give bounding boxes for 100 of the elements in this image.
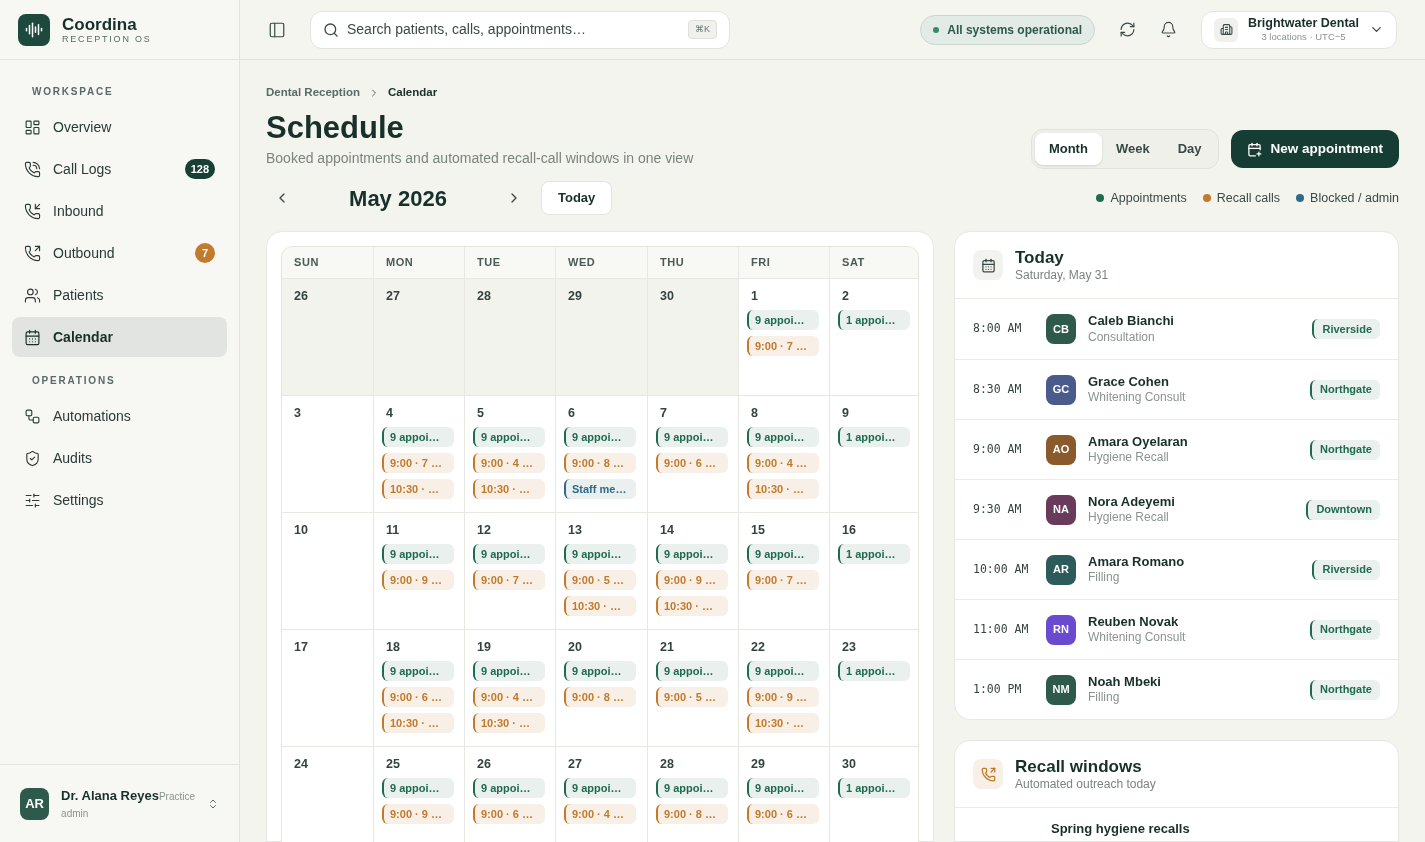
- event-chip[interactable]: 9 appoi…: [473, 543, 545, 564]
- event-chip[interactable]: 9 appoi…: [747, 660, 819, 681]
- event-chip[interactable]: 9 appoi…: [747, 426, 819, 447]
- event-chip[interactable]: 9:00 · 9 …: [382, 569, 454, 590]
- event-chip[interactable]: 9 appoi…: [473, 777, 545, 798]
- notification-bell-icon[interactable]: [1160, 21, 1177, 38]
- appointment-row[interactable]: 8:30 AM GC Grace Cohen Whitening Consult Northgate: [955, 359, 1398, 419]
- view-tab[interactable]: Day: [1163, 133, 1216, 165]
- event-chip[interactable]: Staff me…: [564, 478, 636, 499]
- event-chip[interactable]: 9:00 · 6 …: [747, 803, 819, 824]
- event-chip[interactable]: 1 appoi…: [838, 426, 910, 447]
- nav-item[interactable]: Call Logs 128: [12, 149, 227, 189]
- event-chip[interactable]: 9 appoi…: [382, 543, 454, 564]
- event-chip[interactable]: 10:30 · …: [747, 712, 819, 733]
- sidebar-toggle-icon[interactable]: [268, 20, 286, 39]
- appointment-row[interactable]: 1:00 PM NM Noah Mbeki Filling Northgate: [955, 659, 1398, 719]
- event-chip[interactable]: 9:00 · 9 …: [382, 803, 454, 824]
- appointment-row[interactable]: 10:00 AM AR Amara Romano Filling Riverside: [955, 539, 1398, 599]
- event-chip[interactable]: 9 appoi…: [747, 543, 819, 564]
- event-chip[interactable]: 9:00 · 9 …: [656, 569, 728, 590]
- appointment-row[interactable]: 9:00 AM AO Amara Oyelaran Hygiene Recall Northgate: [955, 419, 1398, 479]
- event-chip[interactable]: 9:00 · 6 …: [473, 803, 545, 824]
- event-chip[interactable]: 9:00 · 7 …: [473, 569, 545, 590]
- day-cell[interactable]: 30 1 appoi…: [829, 747, 918, 842]
- event-chip[interactable]: 9:00 · 8 …: [564, 452, 636, 473]
- search-bar[interactable]: Search patients, calls, appointments… ⌘K: [310, 10, 730, 49]
- nav-item[interactable]: Audits: [12, 438, 227, 478]
- calendar-plus-icon: [1247, 141, 1263, 157]
- day-cell[interactable]: 26 9 appoi… 9:00 · 6 …: [464, 747, 555, 842]
- nav-item[interactable]: Calendar: [12, 317, 227, 357]
- nav-item[interactable]: Patients: [12, 275, 227, 315]
- event-chip[interactable]: 10:30 · …: [382, 478, 454, 499]
- event-chip[interactable]: 10:30 · …: [473, 478, 545, 499]
- event-chip[interactable]: 9 appoi…: [382, 660, 454, 681]
- event-chip[interactable]: 9 appoi…: [656, 543, 728, 564]
- event-chip[interactable]: 10:30 · …: [564, 595, 636, 616]
- event-chip[interactable]: 9 appoi…: [564, 777, 636, 798]
- new-appointment-button[interactable]: New appointment: [1231, 130, 1399, 168]
- event-chip[interactable]: 10:30 · …: [473, 712, 545, 733]
- event-chip[interactable]: 9 appoi…: [656, 426, 728, 447]
- event-chip[interactable]: 9 appoi…: [564, 426, 636, 447]
- nav-item[interactable]: Automations: [12, 396, 227, 436]
- appointment-row[interactable]: 9:30 AM NA Nora Adeyemi Hygiene Recall Downtown: [955, 479, 1398, 539]
- event-chip[interactable]: 9:00 · 5 …: [656, 686, 728, 707]
- organization-switcher[interactable]: Brightwater Dental 3 locations · UTC−5: [1201, 10, 1397, 49]
- event-chip[interactable]: 9 appoi…: [656, 660, 728, 681]
- day-cell[interactable]: 26: [282, 279, 373, 395]
- event-chip[interactable]: 9 appoi…: [656, 777, 728, 798]
- event-chip[interactable]: 9 appoi…: [382, 777, 454, 798]
- event-chip[interactable]: 9 appoi…: [382, 426, 454, 447]
- event-chip[interactable]: 9 appoi…: [473, 660, 545, 681]
- event-chip[interactable]: 9:00 · 6 …: [382, 686, 454, 707]
- event-chip[interactable]: 9:00 · 8 …: [656, 803, 728, 824]
- event-chip[interactable]: 9:00 · 4 …: [473, 686, 545, 707]
- day-cell[interactable]: 28: [464, 279, 555, 395]
- event-chip[interactable]: 9 appoi…: [564, 543, 636, 564]
- event-chip[interactable]: 9:00 · 4 …: [473, 452, 545, 473]
- nav-item[interactable]: Overview: [12, 107, 227, 147]
- event-chip[interactable]: 9:00 · 4 …: [564, 803, 636, 824]
- refresh-icon[interactable]: [1119, 21, 1136, 38]
- event-chip[interactable]: 9:00 · 7 …: [382, 452, 454, 473]
- day-cell[interactable]: 25 9 appoi… 9:00 · 9 …: [373, 747, 464, 842]
- event-chip[interactable]: 9 appoi…: [747, 309, 819, 330]
- day-cell[interactable]: 27: [373, 279, 464, 395]
- event-chip[interactable]: 1 appoi…: [838, 660, 910, 681]
- event-chip[interactable]: 9:00 · 6 …: [656, 452, 728, 473]
- event-chip[interactable]: 1 appoi…: [838, 543, 910, 564]
- event-chip[interactable]: 9:00 · 7 …: [747, 335, 819, 356]
- event-chip[interactable]: 9:00 · 7 …: [747, 569, 819, 590]
- day-cell[interactable]: 29: [555, 279, 647, 395]
- day-cell[interactable]: 30: [647, 279, 738, 395]
- nav-item[interactable]: Inbound: [12, 191, 227, 231]
- appointment-row[interactable]: 11:00 AM RN Reuben Novak Whitening Consult Northgate: [955, 599, 1398, 659]
- day-cell[interactable]: 28 9 appoi… 9:00 · 8 …: [647, 747, 738, 842]
- event-chip[interactable]: 9:00 · 9 …: [747, 686, 819, 707]
- expand-icon[interactable]: [207, 797, 219, 810]
- breadcrumb-link[interactable]: Dental Reception: [266, 84, 360, 102]
- day-cell[interactable]: 27 9 appoi… 9:00 · 4 …: [555, 747, 647, 842]
- appointment-row[interactable]: 8:00 AM CB Caleb Bianchi Consultation Riverside: [955, 299, 1398, 359]
- event-chip[interactable]: 1 appoi…: [838, 777, 910, 798]
- event-chip[interactable]: 9 appoi…: [473, 426, 545, 447]
- view-tab[interactable]: Week: [1101, 133, 1164, 165]
- day-cell[interactable]: 29 9 appoi… 9:00 · 6 …: [738, 747, 829, 842]
- event-chip[interactable]: 10:30 · …: [656, 595, 728, 616]
- event-chip[interactable]: 10:30 · …: [382, 712, 454, 733]
- nav-item[interactable]: Settings: [12, 480, 227, 520]
- event-chip[interactable]: 9:00 · 4 …: [747, 452, 819, 473]
- event-chip[interactable]: 10:30 · …: [747, 478, 819, 499]
- event-chip[interactable]: 9 appoi…: [747, 777, 819, 798]
- day-number: 10: [293, 522, 309, 539]
- event-chip[interactable]: 9:00 · 8 …: [564, 686, 636, 707]
- today-button[interactable]: Today: [541, 181, 613, 215]
- day-number: 23: [841, 639, 857, 656]
- event-chip[interactable]: 9 appoi…: [564, 660, 636, 681]
- view-tab[interactable]: Month: [1034, 133, 1102, 165]
- event-chip[interactable]: 1 appoi…: [838, 309, 910, 330]
- settings-icon: [24, 491, 41, 509]
- event-chip[interactable]: 9:00 · 5 …: [564, 569, 636, 590]
- search-field[interactable]: Search patients, calls, appointments…: [347, 19, 680, 40]
- nav-item[interactable]: Outbound 7: [12, 233, 227, 273]
